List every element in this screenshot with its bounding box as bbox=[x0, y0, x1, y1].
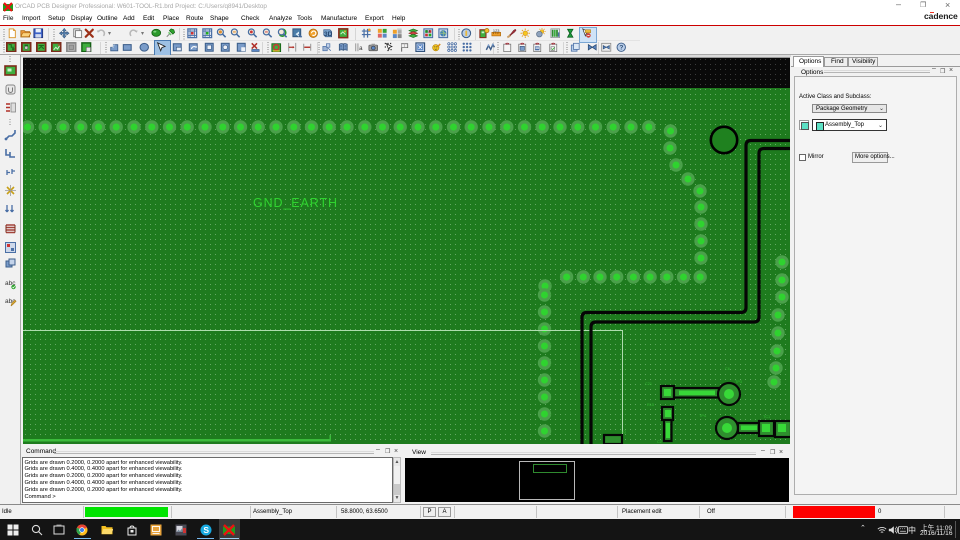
svg-text:S: S bbox=[203, 525, 209, 535]
svg-text:TC1: TC1 bbox=[763, 415, 770, 419]
svg-text:123: 123 bbox=[493, 28, 500, 33]
svg-text:GND_EARTH: GND_EARTH bbox=[253, 196, 337, 210]
svg-text:1Q: 1Q bbox=[621, 430, 626, 434]
svg-text:3,4: 3,4 bbox=[426, 29, 431, 33]
svg-text:C21: C21 bbox=[645, 382, 652, 386]
svg-text:R15: R15 bbox=[647, 403, 654, 407]
svg-text:a: a bbox=[359, 44, 363, 51]
svg-text:?: ? bbox=[619, 44, 623, 51]
svg-text:C6: C6 bbox=[725, 367, 730, 371]
svg-text:TP4: TP4 bbox=[699, 414, 706, 418]
svg-text:TP3: TP3 bbox=[735, 380, 742, 384]
svg-text:3D: 3D bbox=[324, 31, 332, 38]
